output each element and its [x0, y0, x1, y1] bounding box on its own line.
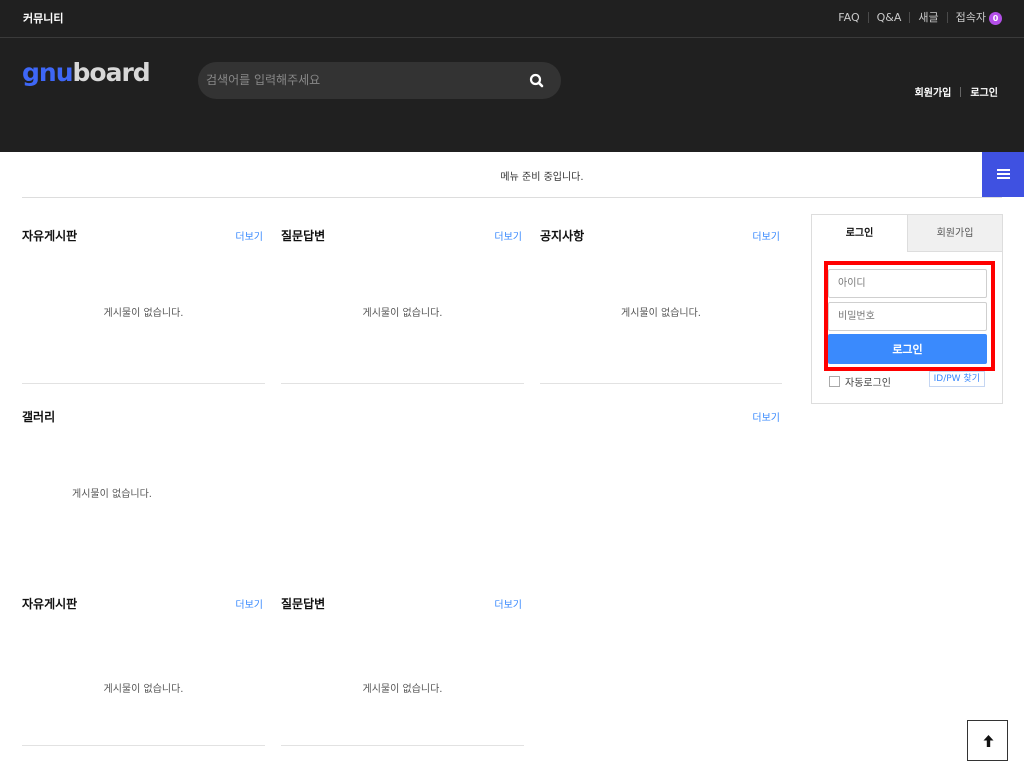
- search-input[interactable]: [206, 69, 506, 91]
- more-link[interactable]: 더보기: [235, 228, 263, 243]
- board-title[interactable]: 갤러리: [22, 408, 55, 425]
- board-gallery: 갤러리 더보기 게시물이 없습니다.: [22, 395, 782, 565]
- auto-login-label: 자동로그인: [845, 378, 891, 389]
- divider: [909, 11, 911, 23]
- search-bar: [198, 62, 561, 99]
- board-title[interactable]: 질문답변: [281, 227, 325, 244]
- board-title[interactable]: 공지사항: [540, 227, 584, 244]
- board-title[interactable]: 질문답변: [281, 595, 325, 612]
- divider: [867, 11, 869, 23]
- visitor-count-badge: 0: [989, 12, 1002, 25]
- more-link[interactable]: 더보기: [235, 596, 263, 611]
- empty-message: 게시물이 없습니다.: [362, 308, 443, 319]
- more-link[interactable]: 더보기: [494, 596, 522, 611]
- board-notice: 공지사항 더보기 게시물이 없습니다.: [540, 214, 782, 384]
- board-free: 자유게시판 더보기 게시물이 없습니다.: [22, 214, 265, 384]
- password-field[interactable]: [828, 302, 987, 331]
- qna-link[interactable]: Q&A: [877, 11, 902, 24]
- board-title[interactable]: 자유게시판: [22, 227, 77, 244]
- divider: [946, 11, 948, 23]
- more-link[interactable]: 더보기: [494, 228, 522, 243]
- menu-toggle-button[interactable]: [982, 152, 1024, 197]
- top-links: FAQ Q&A 새글 접속자 0: [838, 9, 1002, 25]
- search-icon: [529, 73, 544, 88]
- auto-login[interactable]: 자동로그인: [829, 374, 891, 389]
- menu-status-text: 메뉴 준비 중입니다.: [500, 172, 584, 183]
- empty-message: 게시물이 없습니다.: [621, 308, 701, 319]
- empty-message: 게시물이 없습니다.: [103, 684, 184, 695]
- login-panel: 로그인 회원가입 로그인 자동로그인 ID/PW 찾기: [811, 214, 1003, 404]
- scroll-top-button[interactable]: [967, 720, 1008, 761]
- tab-join[interactable]: 회원가입: [907, 215, 1002, 252]
- more-link[interactable]: 더보기: [752, 228, 780, 243]
- auto-login-checkbox[interactable]: [829, 376, 840, 387]
- id-field[interactable]: [828, 269, 987, 298]
- empty-message: 게시물이 없습니다.: [72, 489, 152, 500]
- login-link[interactable]: 로그인: [970, 84, 998, 99]
- hamburger-icon: [997, 173, 1010, 175]
- new-posts-link[interactable]: 새글: [918, 9, 938, 25]
- board-free-2: 자유게시판 더보기 게시물이 없습니다.: [22, 582, 265, 746]
- logo-part-board: board: [72, 58, 151, 87]
- auth-links: 회원가입 로그인: [915, 84, 998, 99]
- board-qna-2: 질문답변 더보기 게시물이 없습니다.: [281, 582, 524, 746]
- community-link[interactable]: 커뮤니티: [23, 10, 63, 26]
- site-logo[interactable]: gnuboard: [22, 58, 151, 87]
- faq-link[interactable]: FAQ: [838, 11, 859, 24]
- arrow-up-icon: [983, 735, 994, 747]
- login-button[interactable]: 로그인: [828, 334, 987, 364]
- board-qna: 질문답변 더보기 게시물이 없습니다.: [281, 214, 524, 384]
- join-link[interactable]: 회원가입: [915, 84, 952, 99]
- empty-message: 게시물이 없습니다.: [362, 684, 443, 695]
- more-link[interactable]: 더보기: [752, 409, 780, 424]
- visitors-label: 접속자: [955, 11, 986, 24]
- top-bar: 커뮤니티 FAQ Q&A 새글 접속자 0: [0, 0, 1024, 38]
- site-header: gnuboard 회원가입 로그인: [0, 38, 1024, 152]
- tab-login[interactable]: 로그인: [812, 215, 907, 252]
- login-tabs: 로그인 회원가입: [812, 215, 1002, 252]
- empty-message: 게시물이 없습니다.: [103, 308, 184, 319]
- visitors-link[interactable]: 접속자 0: [956, 9, 1002, 25]
- find-id-pw-button[interactable]: ID/PW 찾기: [928, 371, 985, 387]
- logo-part-gnu: gnu: [22, 58, 73, 87]
- hamburger-icon: [997, 169, 1010, 171]
- main-menu-bar: 메뉴 준비 중입니다.: [22, 152, 1024, 198]
- search-button[interactable]: [527, 71, 547, 91]
- divider: [960, 86, 962, 97]
- hamburger-icon: [997, 177, 1010, 179]
- board-title[interactable]: 자유게시판: [22, 595, 77, 612]
